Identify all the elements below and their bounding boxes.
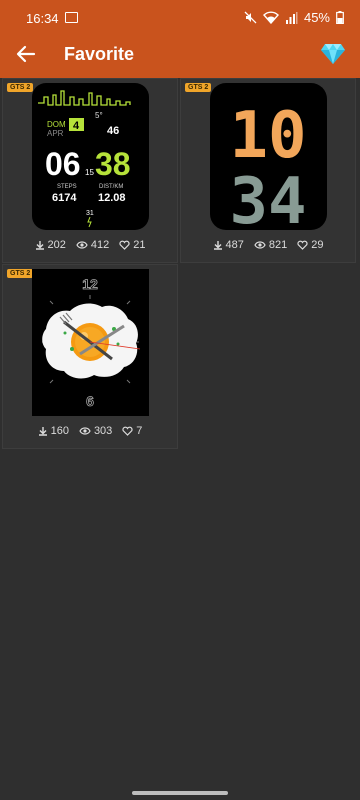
back-arrow-icon[interactable] (14, 42, 38, 66)
face-temp: 5° (95, 111, 103, 120)
face-seconds: 15 (85, 168, 94, 177)
device-badge: GTS 2 (7, 269, 34, 278)
watchface-thumbnail-big-digits: 10 34 (210, 83, 327, 230)
device-badge: GTS 2 (185, 83, 212, 92)
downloads-stat: 487 (213, 239, 244, 251)
views-count: 821 (268, 239, 288, 251)
device-badge: GTS 2 (7, 83, 34, 92)
face-minute: 38 (95, 146, 131, 182)
heart-icon[interactable] (297, 240, 308, 250)
watchface-card[interactable]: GTS 2 12 6 160 303 7 (2, 264, 178, 449)
views-count: 303 (93, 425, 113, 437)
wifi-icon (263, 11, 279, 24)
views-stat: 303 (79, 425, 112, 437)
face-day: DOM (47, 120, 66, 129)
downloads-stat: 160 (38, 425, 69, 437)
battery-icon (336, 11, 344, 24)
face-heart: 46 (107, 125, 119, 137)
card-stats: 487 821 29 (181, 239, 355, 251)
status-time: 16:34 (26, 11, 59, 26)
eye-icon (254, 241, 266, 249)
downloads-stat: 202 (35, 239, 66, 251)
face-steps: 6174 (52, 192, 77, 204)
downloads-count: 487 (225, 239, 244, 251)
mute-icon (244, 11, 257, 24)
face-twelve: 12 (82, 276, 98, 292)
card-stats: 202 412 21 (3, 239, 177, 251)
status-icons: 45% (244, 10, 344, 25)
signal-icon (285, 11, 298, 24)
views-stat: 412 (76, 239, 109, 251)
downloads-count: 160 (50, 425, 69, 437)
likes-stat[interactable]: 29 (297, 239, 323, 251)
battery-percent: 45% (303, 10, 330, 25)
likes-stat[interactable]: 21 (119, 239, 145, 251)
face-day-num: 31 (86, 210, 94, 217)
page-title: Favorite (64, 44, 135, 64)
face-six: 6 (86, 393, 94, 409)
watchface-thumbnail-digital: DOM 4 APR 5° 46 06 15 38 STEPS 6174 DIST… (32, 83, 149, 230)
image-notification-icon (65, 12, 78, 23)
download-icon (35, 241, 44, 250)
likes-stat[interactable]: 7 (122, 425, 142, 437)
face-dist: 12.08 (98, 192, 126, 204)
face-date: 4 (73, 120, 80, 132)
face-big-minute: 34 (229, 165, 306, 230)
watchface-card[interactable]: GTS 2 DOM 4 APR 5° 46 06 15 38 STEPS 617… (2, 78, 178, 263)
likes-count: 7 (136, 425, 143, 437)
face-dist-label: DIST/KM (99, 184, 123, 190)
status-bar: 16:34 45% (0, 0, 360, 36)
diamond-premium-icon[interactable] (320, 40, 346, 66)
heart-icon[interactable] (119, 240, 130, 250)
face-hour: 06 (45, 146, 81, 182)
download-icon (213, 241, 222, 250)
app-bar: Favorite (0, 36, 360, 78)
watchface-card[interactable]: GTS 2 10 34 487 821 29 (180, 78, 356, 263)
likes-count: 21 (133, 239, 146, 251)
face-month: APR (47, 129, 64, 138)
card-stats: 160 303 7 (3, 425, 177, 437)
downloads-count: 202 (47, 239, 66, 251)
likes-count: 29 (311, 239, 324, 251)
eye-icon (79, 427, 91, 435)
eye-icon (76, 241, 88, 249)
heart-icon[interactable] (122, 426, 133, 436)
download-icon (38, 427, 47, 436)
views-stat: 821 (254, 239, 287, 251)
watchface-thumbnail-fried-egg: 12 6 (32, 269, 149, 416)
views-count: 412 (90, 239, 110, 251)
gesture-nav-bar[interactable] (132, 791, 228, 795)
face-steps-label: STEPS (57, 184, 77, 190)
face-big-hour: 10 (229, 99, 306, 173)
